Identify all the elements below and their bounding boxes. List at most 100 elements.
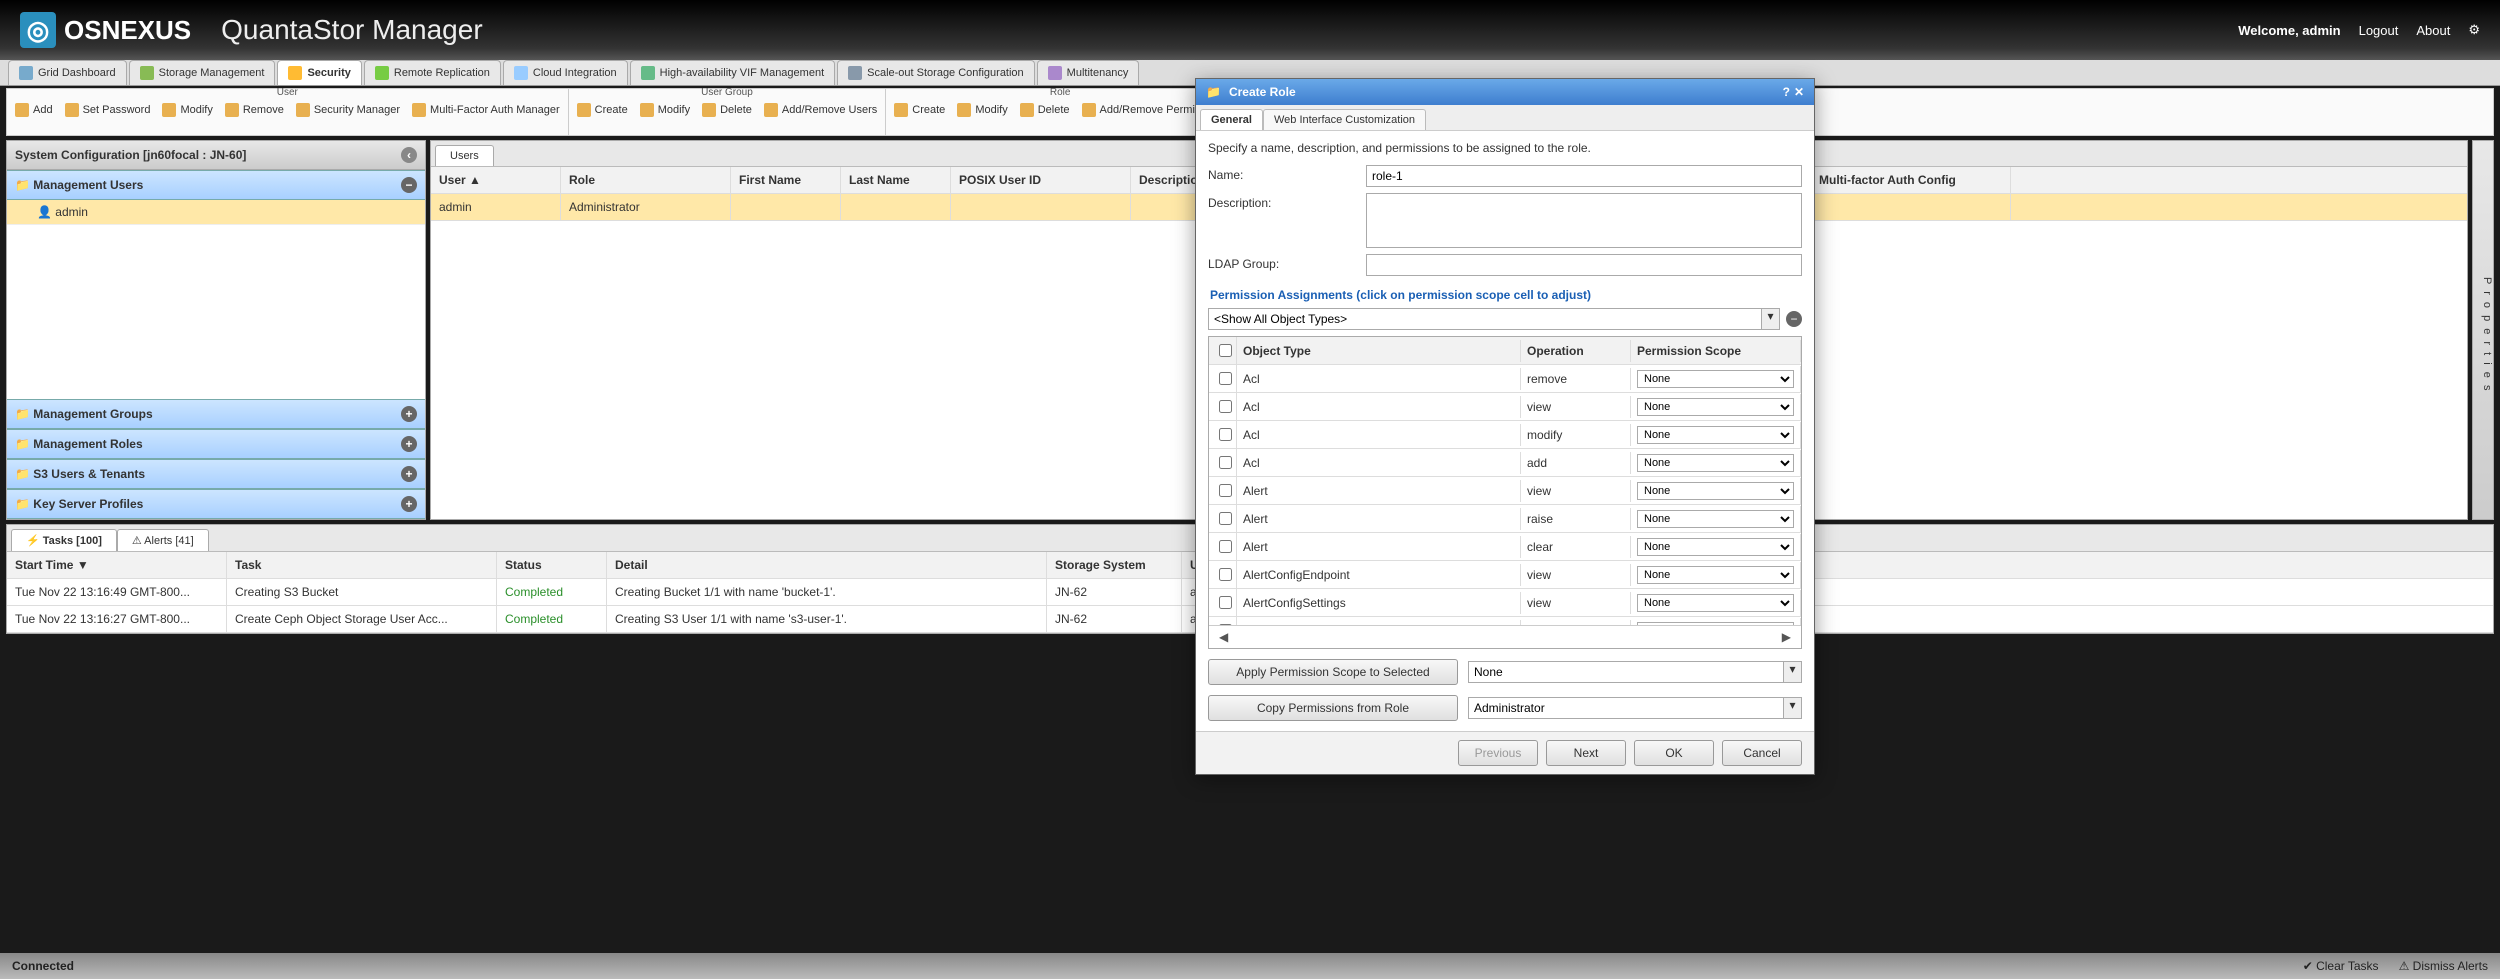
settings-icon[interactable]: ⚙	[2468, 22, 2480, 38]
object-type-filter-input[interactable]	[1209, 309, 1761, 329]
permission-row[interactable]: AclmodifyNone	[1209, 421, 1801, 449]
logout-link[interactable]: Logout	[2359, 23, 2399, 38]
expand-icon[interactable]: +	[401, 436, 417, 452]
row-checkbox[interactable]	[1219, 540, 1232, 553]
ribbon-add[interactable]: Add	[15, 103, 53, 117]
ribbon-set-password[interactable]: Set Password	[65, 103, 151, 117]
tab-grid-dashboard[interactable]: Grid Dashboard	[8, 60, 127, 85]
ok-button[interactable]: OK	[1634, 740, 1714, 766]
clear-tasks-link[interactable]: ✔ Clear Tasks	[2303, 959, 2379, 973]
ribbon-modify[interactable]: Modify	[957, 103, 1007, 117]
properties-rail[interactable]: P r o p e r t i e s	[2472, 140, 2494, 520]
ribbon-modify[interactable]: Modify	[640, 103, 690, 117]
remove-filter-icon[interactable]: −	[1786, 311, 1802, 327]
permission-scope-select[interactable]: None	[1637, 594, 1794, 612]
ribbon-remove[interactable]: Remove	[225, 103, 284, 117]
chevron-down-icon[interactable]: ▾	[1783, 698, 1801, 718]
col-header[interactable]: Multi-factor Auth Config	[1811, 167, 2011, 193]
accordion-management-groups[interactable]: 📁 Management Groups+	[7, 399, 425, 429]
description-input[interactable]	[1366, 193, 1802, 248]
col-header[interactable]: First Name	[731, 167, 841, 193]
accordion-key-server-profiles[interactable]: 📁 Key Server Profiles+	[7, 489, 425, 519]
col-header[interactable]: User ▲	[431, 167, 561, 193]
ribbon-delete[interactable]: Delete	[1020, 103, 1070, 117]
ldap-input[interactable]	[1366, 254, 1802, 276]
col-header[interactable]: Storage System	[1047, 552, 1182, 578]
collapse-icon[interactable]: −	[401, 177, 417, 193]
dialog-tab-general[interactable]: General	[1200, 109, 1263, 130]
permission-row[interactable]: AcladdNone	[1209, 449, 1801, 477]
row-checkbox[interactable]	[1219, 400, 1232, 413]
col-header[interactable]: Status	[497, 552, 607, 578]
col-header[interactable]: Task	[227, 552, 497, 578]
name-input[interactable]	[1366, 165, 1802, 187]
object-type-filter[interactable]: ▾	[1208, 308, 1780, 330]
tab-cloud-integration[interactable]: Cloud Integration	[503, 60, 628, 85]
expand-icon[interactable]: +	[401, 466, 417, 482]
dialog-titlebar[interactable]: 📁 Create Role ? ✕	[1196, 79, 1814, 105]
col-object-type[interactable]: Object Type	[1237, 340, 1521, 362]
tab-scale-out-storage-configuration[interactable]: Scale-out Storage Configuration	[837, 60, 1035, 85]
ribbon-modify[interactable]: Modify	[162, 103, 212, 117]
close-icon[interactable]: ✕	[1794, 85, 1804, 99]
col-header[interactable]: Last Name	[841, 167, 951, 193]
tree-item[interactable]: 👤 admin	[7, 200, 425, 225]
tab-security[interactable]: Security	[277, 60, 361, 85]
help-icon[interactable]: ?	[1783, 85, 1790, 99]
expand-icon[interactable]: +	[401, 496, 417, 512]
ribbon-multi-factor-auth-manager[interactable]: Multi-Factor Auth Manager	[412, 103, 560, 117]
accordion-s-users-tenants[interactable]: 📁 S3 Users & Tenants+	[7, 459, 425, 489]
permission-row[interactable]: AlertConfigSettingsviewNone	[1209, 589, 1801, 617]
col-operation[interactable]: Operation	[1521, 340, 1631, 362]
permission-row[interactable]: AlertConfigEndpointviewNone	[1209, 561, 1801, 589]
tab-users[interactable]: Users	[435, 145, 494, 166]
collapse-icon[interactable]: ‹	[401, 147, 417, 163]
tab-storage-management[interactable]: Storage Management	[129, 60, 276, 85]
permission-scope-select[interactable]: None	[1637, 510, 1794, 528]
permission-row[interactable]: AlertConfigurationviewNone	[1209, 617, 1801, 625]
permission-scope-select[interactable]: None	[1637, 398, 1794, 416]
col-header[interactable]: Start Time ▼	[7, 552, 227, 578]
tab-high-availability-vif-management[interactable]: High-availability VIF Management	[630, 60, 835, 85]
permission-scope-select[interactable]: None	[1637, 370, 1794, 388]
ribbon-add-remove-users[interactable]: Add/Remove Users	[764, 103, 877, 117]
copy-permissions-select[interactable]: ▾	[1468, 697, 1802, 719]
next-button[interactable]: Next	[1546, 740, 1626, 766]
dismiss-alerts-link[interactable]: ⚠ Dismiss Alerts	[2399, 959, 2488, 973]
row-checkbox[interactable]	[1219, 568, 1232, 581]
permission-row[interactable]: AclviewNone	[1209, 393, 1801, 421]
row-checkbox[interactable]	[1219, 456, 1232, 469]
permission-scope-select[interactable]: None	[1637, 566, 1794, 584]
permission-scope-select[interactable]: None	[1637, 454, 1794, 472]
ribbon-create[interactable]: Create	[577, 103, 628, 117]
cancel-button[interactable]: Cancel	[1722, 740, 1802, 766]
ribbon-security-manager[interactable]: Security Manager	[296, 103, 400, 117]
about-link[interactable]: About	[2416, 23, 2450, 38]
page-next-icon[interactable]: ▶	[1776, 630, 1797, 644]
tab-multitenancy[interactable]: Multitenancy	[1037, 60, 1140, 85]
col-header[interactable]: Role	[561, 167, 731, 193]
page-prev-icon[interactable]: ◀	[1213, 630, 1234, 644]
accordion-management-users[interactable]: 📁 Management Users−	[7, 170, 425, 200]
permission-scope-select[interactable]: None	[1637, 622, 1794, 626]
apply-scope-select[interactable]: ▾	[1468, 661, 1802, 683]
ribbon-delete[interactable]: Delete	[702, 103, 752, 117]
ribbon-create[interactable]: Create	[894, 103, 945, 117]
chevron-down-icon[interactable]: ▾	[1761, 309, 1779, 329]
permission-row[interactable]: AclremoveNone	[1209, 365, 1801, 393]
col-permission-scope[interactable]: Permission Scope	[1631, 340, 1801, 362]
tab-remote-replication[interactable]: Remote Replication	[364, 60, 501, 85]
permission-scope-select[interactable]: None	[1637, 538, 1794, 556]
accordion-management-roles[interactable]: 📁 Management Roles+	[7, 429, 425, 459]
select-all-checkbox[interactable]	[1219, 344, 1232, 357]
tasks-tab[interactable]: ⚡ Tasks [100]	[11, 529, 117, 551]
row-checkbox[interactable]	[1219, 596, 1232, 609]
col-header[interactable]: POSIX User ID	[951, 167, 1131, 193]
copy-permissions-button[interactable]: Copy Permissions from Role	[1208, 695, 1458, 721]
permission-scope-select[interactable]: None	[1637, 482, 1794, 500]
permission-row[interactable]: AlertraiseNone	[1209, 505, 1801, 533]
permission-row[interactable]: AlertclearNone	[1209, 533, 1801, 561]
apply-scope-button[interactable]: Apply Permission Scope to Selected	[1208, 659, 1458, 685]
row-checkbox[interactable]	[1219, 428, 1232, 441]
permission-scope-select[interactable]: None	[1637, 426, 1794, 444]
